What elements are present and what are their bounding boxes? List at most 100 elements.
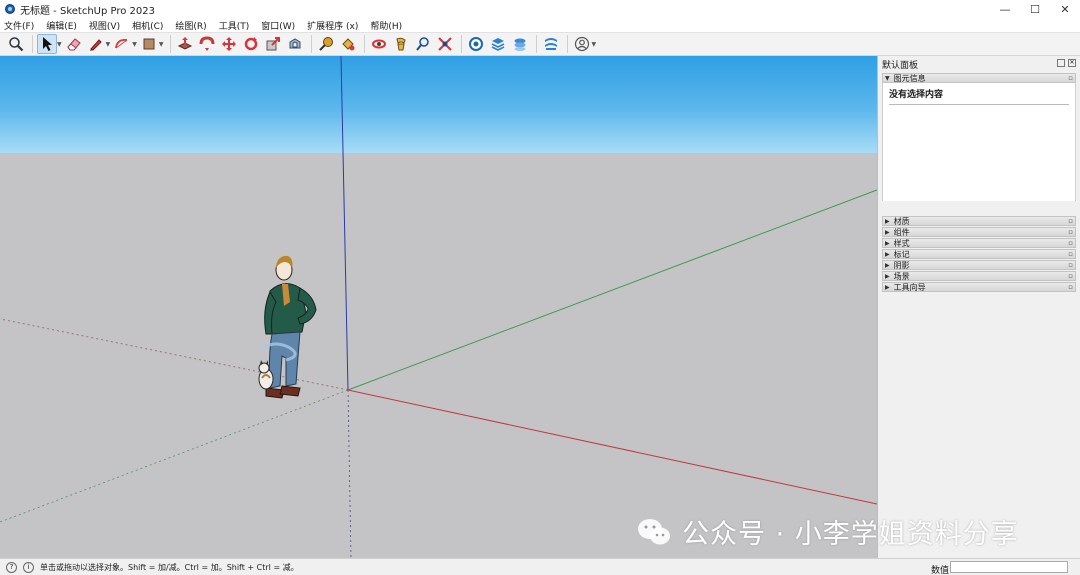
info-icon[interactable]: i xyxy=(23,561,34,573)
menu-bar: 文件(F) 编辑(E) 视图(V) 相机(C) 绘图(R) 工具(T) 窗口(W… xyxy=(0,18,1080,32)
chevron-down-icon[interactable]: ▼ xyxy=(106,41,111,48)
entity-info-body: 没有选择内容 xyxy=(882,83,1076,201)
person-figure[interactable] xyxy=(0,56,877,558)
panel-tags[interactable]: ▶ 标记 ▫ xyxy=(882,249,1076,259)
panel-label: 样式 xyxy=(893,238,910,248)
paint-bucket-icon[interactable] xyxy=(338,34,358,54)
window-title: 无标题 - SketchUp Pro 2023 xyxy=(20,5,155,17)
chevron-down-icon[interactable]: ▼ xyxy=(159,41,164,48)
zoom-window-icon[interactable] xyxy=(413,34,433,54)
panel-label: 阴影 xyxy=(893,260,910,270)
menu-camera[interactable]: 相机(C) xyxy=(132,19,163,32)
default-tray: 默认面板 ✕ ▼ 图元信息 ▫ 没有选择内容 ▶ 材质 ▫ ▶ 组件 ▫ ▶ 样… xyxy=(877,56,1080,558)
toolbar-separator xyxy=(310,35,312,53)
panel-label: 场景 xyxy=(893,271,910,281)
styles-icon[interactable] xyxy=(541,34,561,54)
close-icon[interactable]: ▫ xyxy=(1068,217,1073,225)
collapse-arrow-icon: ▶ xyxy=(885,272,890,280)
collapse-arrow-icon: ▶ xyxy=(885,250,890,258)
watermark: 公众号 · 小李学姐资料分享 xyxy=(636,512,1019,551)
chevron-down-icon[interactable]: ▼ xyxy=(132,41,137,48)
rotate-icon[interactable] xyxy=(241,34,261,54)
panel-label: 标记 xyxy=(893,249,910,259)
panel-scenes[interactable]: ▶ 场景 ▫ xyxy=(882,271,1076,281)
toolbar-separator xyxy=(169,35,171,53)
zoom-extents-icon[interactable] xyxy=(435,34,455,54)
maximize-button[interactable]: ☐ xyxy=(1020,0,1050,18)
follow-me-icon[interactable] xyxy=(197,34,217,54)
collapse-arrow-icon: ▶ xyxy=(885,239,890,247)
arc-icon[interactable] xyxy=(112,34,132,54)
geolocation-icon[interactable]: ? xyxy=(6,561,17,573)
title-bar: 无标题 - SketchUp Pro 2023 — ☐ ✕ xyxy=(0,0,1080,18)
orbit-icon[interactable] xyxy=(369,34,389,54)
warehouse-icon[interactable] xyxy=(466,34,486,54)
zoom-icon[interactable] xyxy=(6,34,26,54)
panel-shadows[interactable]: ▶ 阴影 ▫ xyxy=(882,260,1076,270)
toolbar-separator xyxy=(535,35,537,53)
close-icon[interactable]: ▫ xyxy=(1068,250,1073,258)
window-controls: — ☐ ✕ xyxy=(990,0,1080,18)
select-icon[interactable] xyxy=(37,34,57,54)
sketchup-logo-icon xyxy=(5,4,15,14)
toolbar-separator xyxy=(32,35,33,53)
main-toolbar: ▼ ▼ ▼ ▼ ▼ xyxy=(0,32,1080,56)
move-icon[interactable] xyxy=(219,34,239,54)
drawing-viewport[interactable] xyxy=(0,56,877,558)
measurements-label: 数值 xyxy=(931,566,950,575)
toolbar-separator xyxy=(566,35,568,53)
menu-window[interactable]: 窗口(W) xyxy=(261,19,295,32)
menu-file[interactable]: 文件(F) xyxy=(4,19,34,32)
close-icon[interactable]: ▫ xyxy=(1068,74,1073,82)
account-icon[interactable] xyxy=(572,34,592,54)
close-button[interactable]: ✕ xyxy=(1050,0,1080,18)
panel-components[interactable]: ▶ 组件 ▫ xyxy=(882,227,1076,237)
menu-help[interactable]: 帮助(H) xyxy=(370,19,402,32)
menu-tools[interactable]: 工具(T) xyxy=(219,19,250,32)
chevron-down-icon[interactable]: ▼ xyxy=(57,41,62,48)
measurements-input[interactable] xyxy=(950,561,1068,573)
walk-icon[interactable] xyxy=(391,34,411,54)
toolbar-separator xyxy=(460,35,462,53)
scale-icon[interactable] xyxy=(263,34,283,54)
panel-label: 图元信息 xyxy=(893,73,926,83)
panel-entity-info[interactable]: ▼ 图元信息 ▫ xyxy=(882,73,1076,83)
menu-draw[interactable]: 绘图(R) xyxy=(175,19,206,32)
wechat-logo-icon xyxy=(638,518,670,544)
collapse-arrow-icon: ▶ xyxy=(885,228,890,236)
panel-instructor[interactable]: ▶ 工具向导 ▫ xyxy=(882,282,1076,292)
eraser-icon[interactable] xyxy=(64,34,84,54)
layout-icon[interactable] xyxy=(510,34,530,54)
push-pull-icon[interactable] xyxy=(175,34,195,54)
no-selection-text: 没有选择内容 xyxy=(889,90,944,100)
tape-measure-icon[interactable] xyxy=(316,34,336,54)
menu-view[interactable]: 视图(V) xyxy=(89,19,120,32)
watermark-text: 公众号 · 小李学姐资料分享 xyxy=(682,519,1019,550)
expand-arrow-icon: ▼ xyxy=(885,74,890,82)
menu-edit[interactable]: 编辑(E) xyxy=(46,19,77,32)
pin-icon[interactable] xyxy=(1057,59,1065,67)
chevron-down-icon[interactable]: ▼ xyxy=(592,41,597,48)
pencil-icon[interactable] xyxy=(86,34,106,54)
offset-icon[interactable] xyxy=(285,34,305,54)
close-icon[interactable]: ▫ xyxy=(1068,228,1073,236)
minimize-button[interactable]: — xyxy=(990,0,1020,18)
panel-label: 工具向导 xyxy=(893,282,926,292)
panel-materials[interactable]: ▶ 材质 ▫ xyxy=(882,216,1076,226)
collapse-arrow-icon: ▶ xyxy=(885,217,890,225)
extension-warehouse-icon[interactable] xyxy=(488,34,508,54)
close-icon[interactable]: ▫ xyxy=(1068,261,1073,269)
close-icon[interactable]: ▫ xyxy=(1068,239,1073,247)
menu-extensions[interactable]: 扩展程序 (x) xyxy=(307,19,358,32)
close-icon[interactable]: ▫ xyxy=(1068,272,1073,280)
shape-icon[interactable] xyxy=(139,34,159,54)
panel-label: 组件 xyxy=(893,227,910,237)
panel-label: 材质 xyxy=(893,216,910,226)
close-icon[interactable]: ✕ xyxy=(1068,59,1076,67)
collapse-arrow-icon: ▶ xyxy=(885,283,890,291)
toolbar-separator xyxy=(363,35,365,53)
close-icon[interactable]: ▫ xyxy=(1068,283,1073,291)
panel-styles[interactable]: ▶ 样式 ▫ xyxy=(882,238,1076,248)
tray-header: 默认面板 ✕ xyxy=(878,56,1080,72)
collapse-arrow-icon: ▶ xyxy=(885,261,890,269)
